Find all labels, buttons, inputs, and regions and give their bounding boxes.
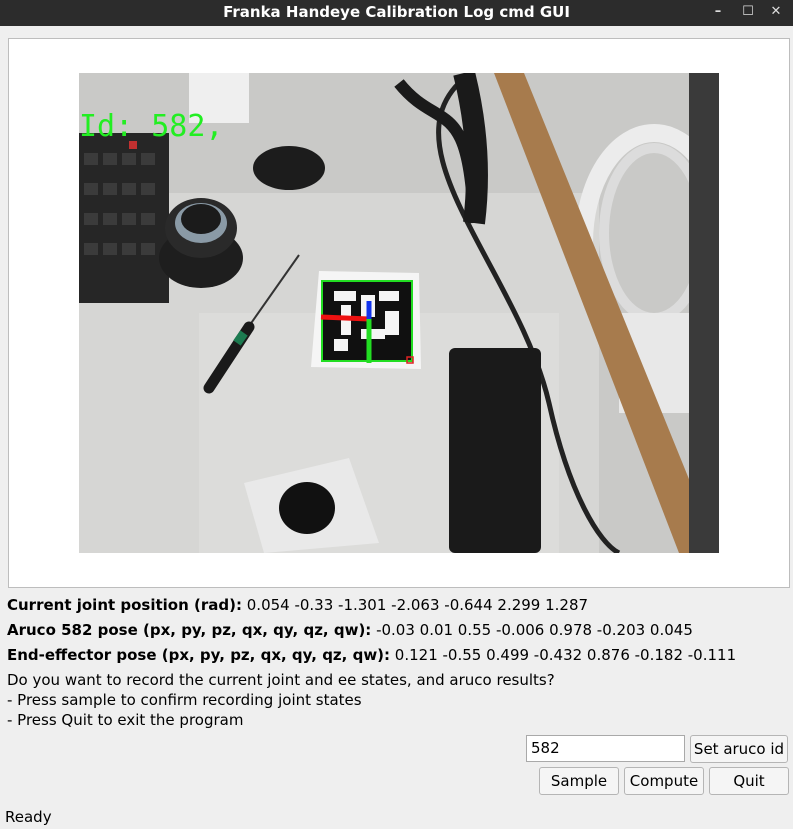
ee-pose-label: End-effector pose (px, py, pz, qx, qy, q… (7, 646, 391, 664)
close-icon[interactable]: ✕ (766, 2, 786, 22)
status-bar-text: Ready (5, 808, 52, 826)
window-title: Franka Handeye Calibration Log cmd GUI (223, 3, 570, 21)
prompt-sample-hint: - Press sample to confirm recording join… (7, 691, 362, 709)
maximize-icon[interactable]: ☐ (738, 2, 758, 22)
title-bar: Franka Handeye Calibration Log cmd GUI –… (0, 0, 793, 26)
quit-button[interactable]: Quit (709, 767, 789, 795)
minimize-icon[interactable]: – (708, 2, 728, 22)
joint-position-label: Current joint position (rad): (7, 596, 242, 614)
joint-position-value: 0.054 -0.33 -1.301 -2.063 -0.644 2.299 1… (241, 596, 589, 614)
sample-button[interactable]: Sample (539, 767, 619, 795)
prompt-question: Do you want to record the current joint … (7, 671, 555, 689)
set-aruco-id-button[interactable]: Set aruco id (690, 735, 788, 763)
aruco-pose-line: Aruco 582 pose (px, py, pz, qx, qy, qz, … (7, 621, 693, 639)
camera-feed-image (79, 73, 719, 553)
camera-view-frame: Id: 582, (8, 38, 790, 588)
compute-button[interactable]: Compute (624, 767, 704, 795)
aruco-id-overlay: Id: 582, (79, 109, 224, 144)
instructions: Do you want to record the current joint … (7, 670, 555, 730)
prompt-quit-hint: - Press Quit to exit the program (7, 711, 244, 729)
aruco-pose-label: Aruco 582 pose (px, py, pz, qx, qy, qz, … (7, 621, 372, 639)
joint-position-line: Current joint position (rad): 0.054 -0.3… (7, 596, 588, 614)
aruco-id-input[interactable]: 582 (526, 735, 685, 762)
aruco-pose-value: -0.03 0.01 0.55 -0.006 0.978 -0.203 0.04… (371, 621, 693, 639)
ee-pose-line: End-effector pose (px, py, pz, qx, qy, q… (7, 646, 736, 664)
ee-pose-value: 0.121 -0.55 0.499 -0.432 0.876 -0.182 -0… (390, 646, 737, 664)
